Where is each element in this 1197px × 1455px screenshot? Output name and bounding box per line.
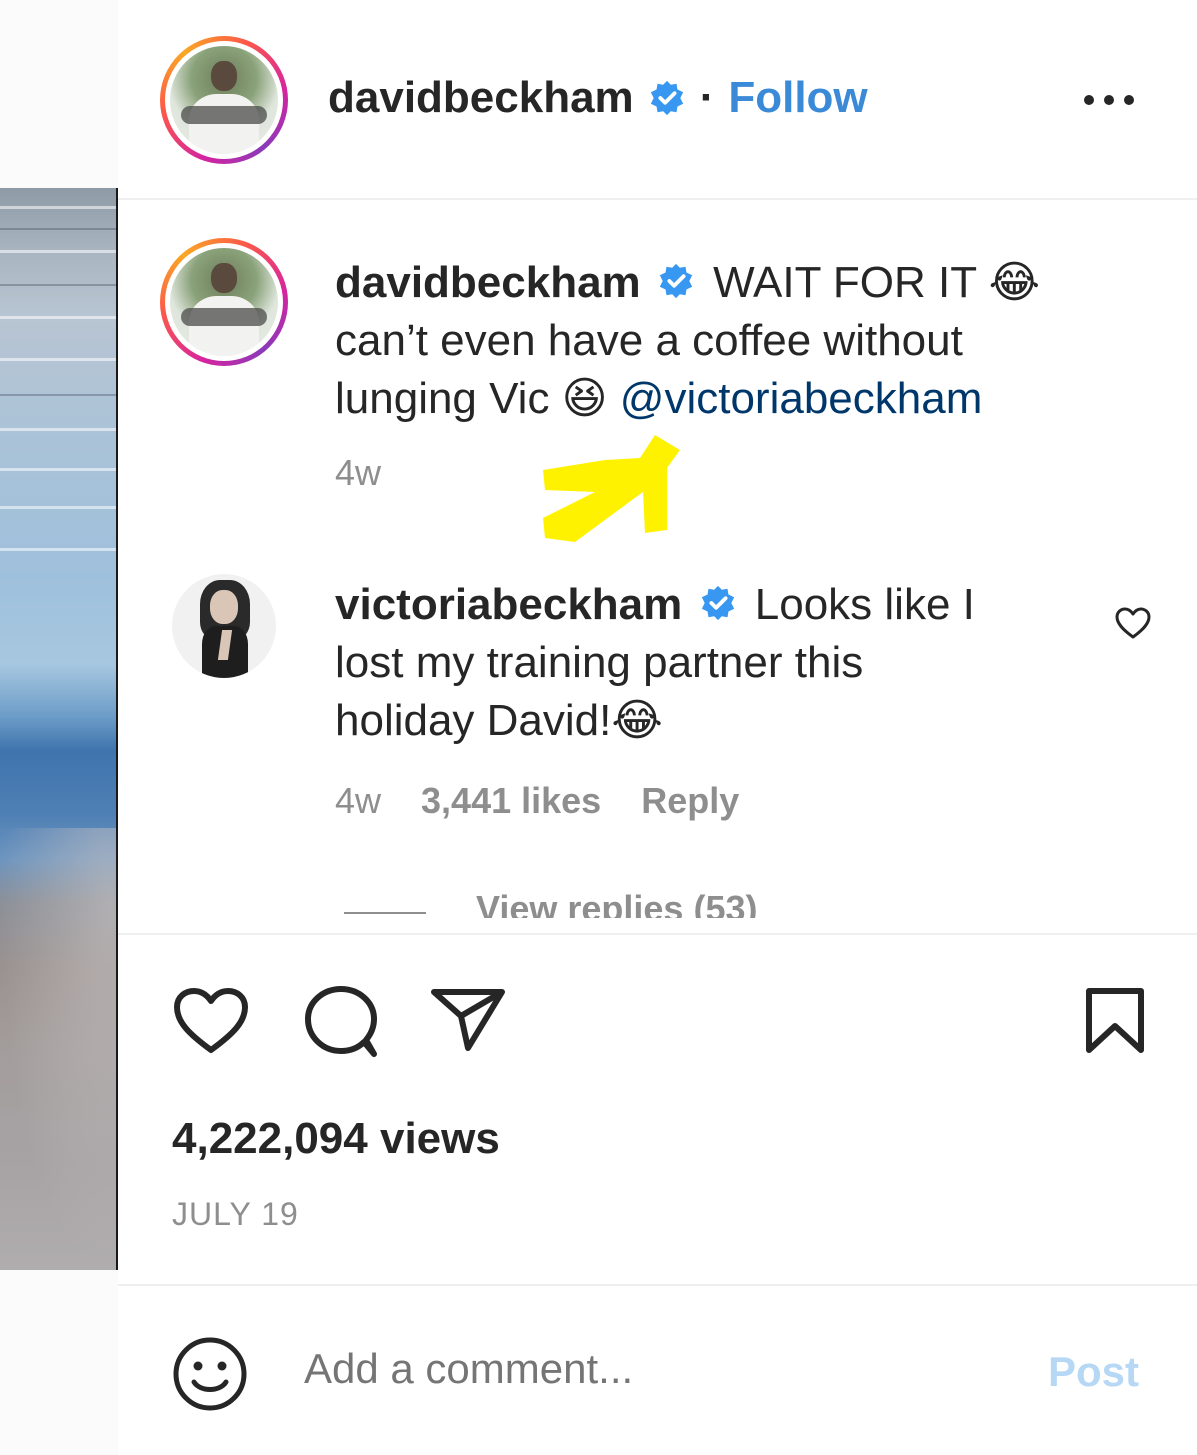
- reply-button[interactable]: Reply: [641, 780, 739, 822]
- header-divider: [118, 198, 1197, 200]
- yellow-arrow-annotation: [543, 435, 680, 542]
- heart-icon[interactable]: [172, 986, 250, 1056]
- view-replies-button[interactable]: View replies (53): [476, 888, 757, 918]
- smiley-icon[interactable]: [172, 1336, 248, 1412]
- comment-like-heart-icon[interactable]: [1114, 606, 1152, 640]
- mention-link-victoriabeckham[interactable]: @victoriabeckham: [620, 374, 983, 423]
- comment-bubble-icon[interactable]: [302, 984, 380, 1058]
- caption-block: davidbeckham WAIT FOR IT 😂 can’t even ha…: [335, 254, 1095, 428]
- commenter-avatar[interactable]: [172, 574, 276, 678]
- separator-dot: ·: [699, 73, 715, 122]
- caption-author-avatar[interactable]: [160, 238, 288, 366]
- caption-text-line2: can’t even have a coffee without: [335, 316, 963, 365]
- comment-meta-row: 4w 3,441 likes Reply: [335, 780, 739, 822]
- caption-username[interactable]: davidbeckham: [335, 258, 641, 307]
- caption-text-line1: WAIT FOR IT 😂: [713, 258, 1040, 307]
- view-replies-line: [344, 912, 426, 914]
- post-video-thumbnail[interactable]: [0, 188, 118, 1270]
- add-comment-input[interactable]: [302, 1344, 1006, 1394]
- views-count[interactable]: 4,222,094 views: [172, 1114, 500, 1164]
- caption-text-line3: lunging Vic 😆: [335, 374, 608, 423]
- more-options-icon[interactable]: [1082, 92, 1136, 108]
- post-button[interactable]: Post: [1048, 1348, 1139, 1396]
- verified-badge-icon: [701, 586, 734, 621]
- verified-badge-icon: [650, 80, 683, 116]
- post-media-strip[interactable]: [0, 0, 118, 1455]
- header-username[interactable]: davidbeckham: [328, 73, 634, 123]
- comment-likes-count[interactable]: 3,441 likes: [421, 780, 601, 822]
- caption-timestamp[interactable]: 4w: [335, 452, 381, 494]
- comment-block: victoriabeckham Looks like I lost my tra…: [335, 576, 1075, 750]
- comment-text-line1: Looks like I: [754, 580, 975, 629]
- verified-badge-icon: [659, 264, 693, 299]
- comment-username[interactable]: victoriabeckham: [335, 580, 682, 629]
- comment-text-line2: lost my training partner this: [335, 638, 864, 687]
- author-avatar-header[interactable]: [160, 36, 288, 164]
- bookmark-icon[interactable]: [1084, 986, 1146, 1056]
- composer-divider: [118, 1284, 1197, 1286]
- comment-timestamp[interactable]: 4w: [335, 780, 381, 822]
- post-date: JULY 19: [172, 1196, 299, 1232]
- paper-plane-icon[interactable]: [430, 986, 506, 1052]
- actions-divider: [118, 933, 1197, 935]
- comment-text-line3: holiday David!😂: [335, 696, 663, 745]
- follow-button[interactable]: Follow: [728, 73, 867, 123]
